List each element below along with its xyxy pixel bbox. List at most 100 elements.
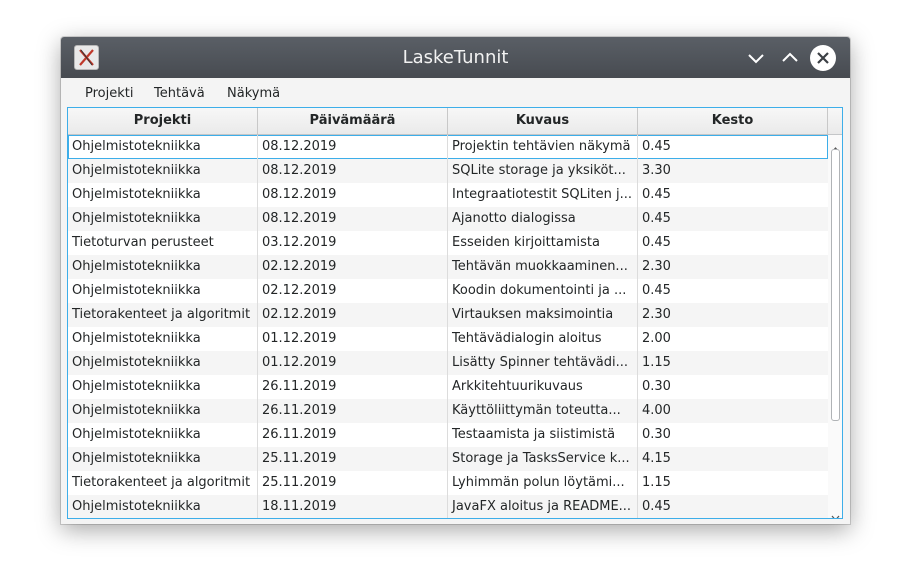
cell-kuvaus: Esseiden kirjoittamista <box>448 231 638 255</box>
chevron-up-icon[interactable] <box>777 45 803 71</box>
cell-kesto: 4.00 <box>642 403 671 418</box>
cell-kesto: 0.45 <box>642 235 671 250</box>
cell-paivamaara: 26.11.2019 <box>258 399 448 423</box>
cell-projekti: Ohjelmistotekniikka <box>68 255 258 279</box>
scrollbar-track[interactable] <box>831 149 840 505</box>
cell-projekti: Ohjelmistotekniikka <box>68 279 258 303</box>
cell-projekti: Ohjelmistotekniikka <box>68 495 258 518</box>
cell-paivamaara: 08.12.2019 <box>258 183 448 207</box>
table-row[interactable]: Ohjelmistotekniikka 26.11.2019 Arkkitehtuu… <box>68 375 828 399</box>
cell-projekti: Ohjelmistotekniikka <box>68 375 258 399</box>
cell-paivamaara: 25.11.2019 <box>258 447 448 471</box>
cell-kuvaus: Tehtävän muokkaaminen... <box>448 255 638 279</box>
table-row[interactable]: Ohjelmistotekniikka 08.12.2019 Ajanotto di… <box>68 207 828 231</box>
cell-kuvaus: JavaFX aloitus ja README... <box>448 495 638 518</box>
cell-kesto: 2.30 <box>642 307 671 322</box>
menu-tehtava[interactable]: Tehtävä <box>154 86 205 101</box>
scrollbar-thumb[interactable] <box>831 149 840 421</box>
cell-paivamaara: 08.12.2019 <box>258 207 448 231</box>
cell-kuvaus: SQLite storage ja yksiköt... <box>448 159 638 183</box>
cell-paivamaara: 25.11.2019 <box>258 471 448 495</box>
cell-kuvaus: Projektin tehtävien näkymä <box>448 135 638 159</box>
table-row[interactable]: Ohjelmistotekniikka 18.11.2019 JavaFX aloi… <box>68 495 828 518</box>
cell-paivamaara: 26.11.2019 <box>258 375 448 399</box>
menu-nakyma[interactable]: Näkymä <box>227 86 280 101</box>
cell-kuvaus: Storage ja TasksService k... <box>448 447 638 471</box>
cell-kesto: 0.30 <box>642 379 671 394</box>
cell-kesto: 3.30 <box>642 163 671 178</box>
cell-paivamaara: 08.12.2019 <box>258 135 448 159</box>
cell-projekti: Ohjelmistotekniikka <box>68 423 258 447</box>
table-row[interactable]: Ohjelmistotekniikka 01.12.2019 Tehtävädial… <box>68 327 828 351</box>
header-corner <box>828 108 842 134</box>
task-table: Projekti Päivämäärä Kuvaus Kesto Ohjelmi… <box>67 107 843 519</box>
cell-kuvaus: Ajanotto dialogissa <box>448 207 638 231</box>
cell-kesto: 2.00 <box>642 331 671 346</box>
column-header-kuvaus[interactable]: Kuvaus <box>448 108 638 134</box>
cell-kesto: 1.15 <box>642 475 671 490</box>
table-row[interactable]: Tietoturvan perusteet 03.12.2019 Esseiden … <box>68 231 828 255</box>
column-header-paivamaara[interactable]: Päivämäärä <box>258 108 448 134</box>
table-row[interactable]: Ohjelmistotekniikka 02.12.2019 Tehtävän mu… <box>68 255 828 279</box>
table-header: Projekti Päivämäärä Kuvaus Kesto <box>68 108 842 135</box>
cell-projekti: Tietorakenteet ja algoritmit <box>68 471 258 495</box>
cell-kuvaus: Testaamista ja siistimistä <box>448 423 638 447</box>
cell-kesto: 0.45 <box>642 187 671 202</box>
cell-kesto: 0.45 <box>642 139 671 154</box>
cell-projekti: Ohjelmistotekniikka <box>68 159 258 183</box>
table-row[interactable]: Ohjelmistotekniikka 08.12.2019 Integraatio… <box>68 183 828 207</box>
table-row[interactable]: Ohjelmistotekniikka 26.11.2019 Testaamista… <box>68 423 828 447</box>
table-row[interactable]: Tietorakenteet ja algoritmit 25.11.2019 Ly… <box>68 471 828 495</box>
cell-projekti: Ohjelmistotekniikka <box>68 447 258 471</box>
cell-kuvaus: Lyhimmän polun löytämi... <box>448 471 638 495</box>
cell-paivamaara: 02.12.2019 <box>258 255 448 279</box>
title-bar[interactable]: LaskeTunnit <box>61 37 850 78</box>
close-icon[interactable] <box>810 45 836 71</box>
vertical-scrollbar[interactable] <box>828 135 842 518</box>
scroll-down-icon[interactable] <box>831 507 840 518</box>
cell-projekti: Ohjelmistotekniikka <box>68 399 258 423</box>
cell-kesto: 0.30 <box>642 427 671 442</box>
cell-kuvaus: Integraatiotestit SQLiten j... <box>448 183 638 207</box>
table-row[interactable]: Ohjelmistotekniikka 26.11.2019 Käyttöliitt… <box>68 399 828 423</box>
cell-paivamaara: 02.12.2019 <box>258 303 448 327</box>
cell-paivamaara: 03.12.2019 <box>258 231 448 255</box>
chevron-down-icon[interactable] <box>743 45 769 71</box>
table-row[interactable]: Ohjelmistotekniikka 25.11.2019 Storage ja … <box>68 447 828 471</box>
cell-paivamaara: 02.12.2019 <box>258 279 448 303</box>
column-header-kesto[interactable]: Kesto <box>638 108 828 134</box>
table-row[interactable]: Ohjelmistotekniikka 08.12.2019 Projektin t… <box>68 135 828 159</box>
table-row[interactable]: Ohjelmistotekniikka 01.12.2019 Lisätty Spi… <box>68 351 828 375</box>
cell-kuvaus: Arkkitehtuurikuvaus <box>448 375 638 399</box>
cell-projekti: Ohjelmistotekniikka <box>68 327 258 351</box>
cell-kuvaus: Koodin dokumentointi ja ... <box>448 279 638 303</box>
cell-projekti: Ohjelmistotekniikka <box>68 351 258 375</box>
cell-paivamaara: 18.11.2019 <box>258 495 448 518</box>
cell-kuvaus: Virtauksen maksimointia <box>448 303 638 327</box>
cell-kesto: 2.30 <box>642 259 671 274</box>
cell-projekti: Tietoturvan perusteet <box>68 231 258 255</box>
column-header-projekti[interactable]: Projekti <box>68 108 258 134</box>
window-title: LaskeTunnit <box>402 47 509 68</box>
cell-paivamaara: 08.12.2019 <box>258 159 448 183</box>
cell-projekti: Tietorakenteet ja algoritmit <box>68 303 258 327</box>
app-window: LaskeTunnit Projekti Tehtävä Näkymä Proj… <box>61 37 850 524</box>
cell-kesto: 4.15 <box>642 451 671 466</box>
cell-kuvaus: Lisätty Spinner tehtävädi... <box>448 351 638 375</box>
cell-kesto: 0.45 <box>642 499 671 514</box>
cell-projekti: Ohjelmistotekniikka <box>68 207 258 231</box>
cell-kuvaus: Käyttöliittymän toteutta... <box>448 399 638 423</box>
cell-kesto: 1.15 <box>642 355 671 370</box>
cell-kesto: 0.45 <box>642 211 671 226</box>
menu-projekti[interactable]: Projekti <box>85 86 133 101</box>
table-row[interactable]: Ohjelmistotekniikka 08.12.2019 SQLite stor… <box>68 159 828 183</box>
table-body: Ohjelmistotekniikka 08.12.2019 Projektin t… <box>68 135 828 518</box>
table-row[interactable]: Tietorakenteet ja algoritmit 02.12.2019 Vi… <box>68 303 828 327</box>
cell-projekti: Ohjelmistotekniikka <box>68 135 258 159</box>
scroll-up-icon[interactable] <box>831 139 840 153</box>
cell-paivamaara: 26.11.2019 <box>258 423 448 447</box>
cell-kesto: 0.45 <box>642 283 671 298</box>
cell-paivamaara: 01.12.2019 <box>258 327 448 351</box>
table-row[interactable]: Ohjelmistotekniikka 02.12.2019 Koodin doku… <box>68 279 828 303</box>
cell-projekti: Ohjelmistotekniikka <box>68 183 258 207</box>
